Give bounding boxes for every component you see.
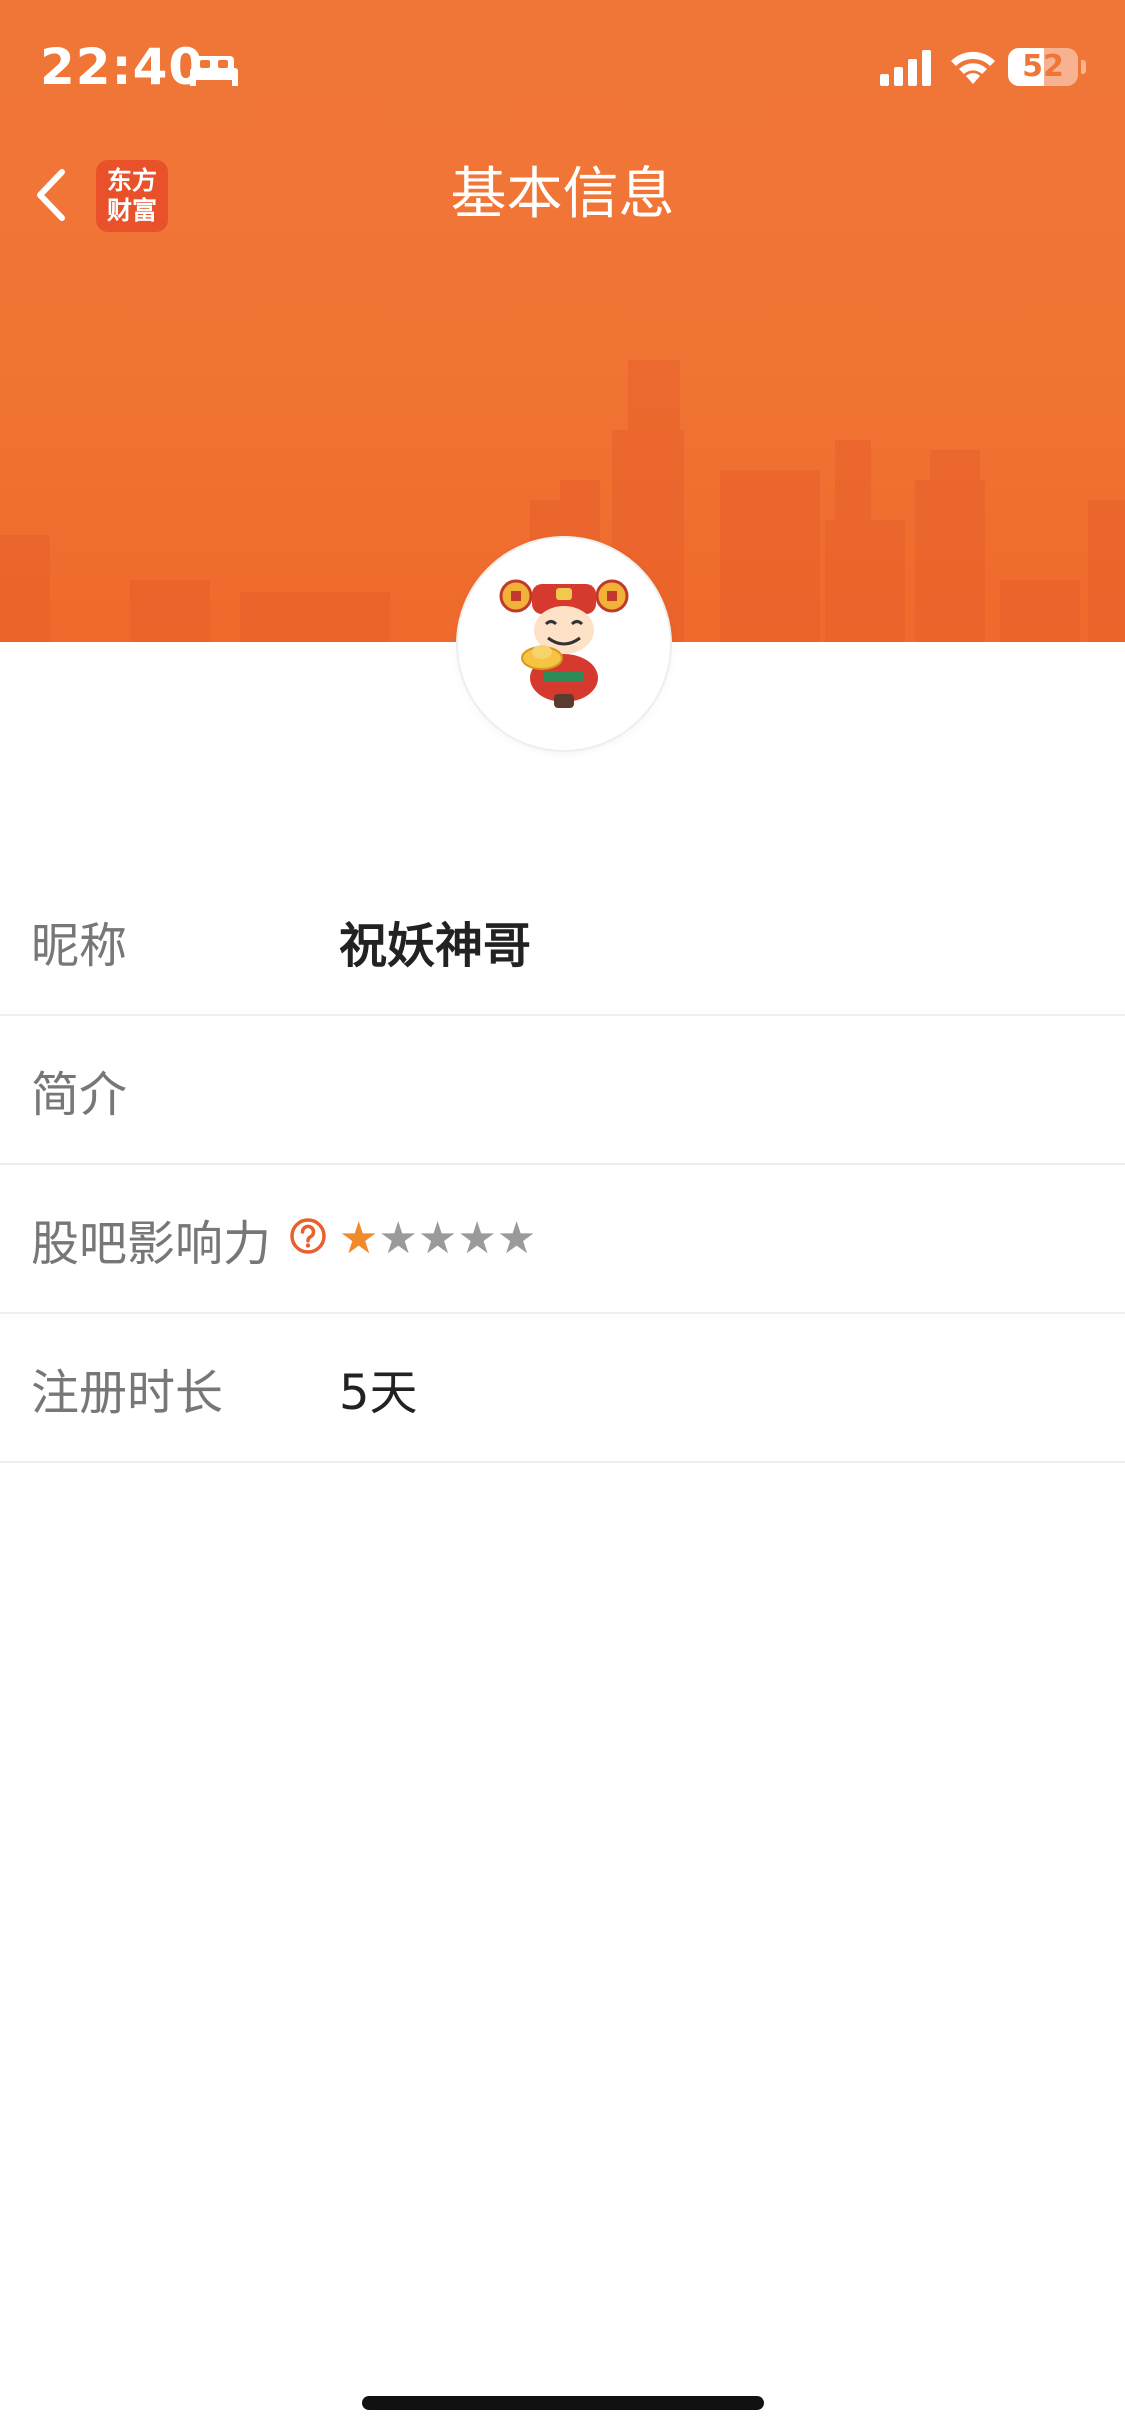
cellular-signal-icon (880, 50, 931, 86)
status-time: 22:40 (40, 38, 205, 96)
star-empty-icon: ★ (378, 1213, 418, 1264)
influence-label: 股吧影响力 (31, 1215, 272, 1272)
influence-row: 股吧影响力 ★★★★★ (0, 1165, 1125, 1314)
avatar[interactable] (456, 536, 672, 752)
home-indicator[interactable] (362, 2396, 764, 2410)
status-bar: 22:40 52 (0, 0, 1125, 135)
wifi-icon (951, 51, 995, 84)
star-empty-icon: ★ (457, 1213, 497, 1264)
registration-row: 注册时长 5天 (0, 1314, 1125, 1463)
registration-label: 注册时长 (31, 1364, 224, 1421)
battery-percentage: 52 (1022, 49, 1064, 84)
god-of-wealth-avatar-icon (499, 579, 629, 708)
star-empty-icon: ★ (496, 1213, 537, 1264)
bio-label: 简介 (31, 1066, 128, 1123)
nickname-label: 昵称 (31, 917, 128, 974)
battery-cap (1081, 60, 1086, 74)
profile-info-list: 昵称 祝妖神哥 简介 股吧影响力 ★★★★★ 注册时长 5天 (0, 867, 1125, 1463)
star-filled-icon: ★ (339, 1213, 379, 1264)
sleep-bed-icon (190, 56, 238, 86)
influence-star-rating: ★★★★★ (339, 1213, 536, 1264)
registration-value: 5天 (339, 1364, 418, 1421)
star-empty-icon: ★ (417, 1213, 458, 1264)
bio-row[interactable]: 简介 (0, 1016, 1125, 1165)
navigation-bar: 东方 财富 基本信息 (0, 140, 1125, 250)
battery-icon: 52 (1008, 48, 1078, 86)
question-circle-icon[interactable] (289, 1217, 327, 1255)
nickname-row: 昵称 祝妖神哥 (0, 867, 1125, 1016)
nickname-value: 祝妖神哥 (339, 917, 532, 974)
page-title: 基本信息 (450, 162, 675, 227)
